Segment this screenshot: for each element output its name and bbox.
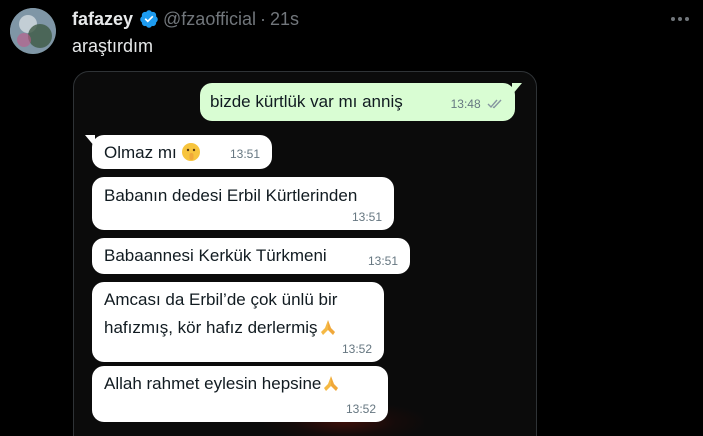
- bubble-tail-icon: [512, 83, 522, 95]
- chat-message-incoming: Amcası da Erbil’de çok ünlü bir hafızmış…: [92, 282, 384, 362]
- verified-badge-icon: [139, 9, 159, 29]
- message-time: 13:51: [351, 210, 382, 224]
- tweet-card: fafazey @fzaofficial · 21s araştırdım bi…: [0, 0, 703, 436]
- message-time: 13:51: [367, 254, 398, 268]
- chat-message-outgoing: bizde kürtlük var mı anniş 13:48: [200, 83, 522, 121]
- display-name[interactable]: fafazey: [72, 9, 133, 30]
- message-time: 13:51: [229, 147, 260, 161]
- chat-message-incoming: Babaannesi Kerkük Türkmeni 13:51: [92, 238, 410, 274]
- message-text: Allah rahmet eylesin hepsine: [104, 374, 322, 393]
- handle[interactable]: @fzaofficial: [163, 9, 256, 30]
- chat-message-incoming: Olmaz mı 13:51: [85, 135, 272, 169]
- more-options-icon[interactable]: [669, 8, 691, 30]
- chat-message-incoming: Allah rahmet eylesin hepsine 13:52: [92, 366, 388, 422]
- message-time-label: 13:48: [450, 97, 481, 111]
- tweet-timestamp[interactable]: 21s: [270, 9, 299, 30]
- message-text: Babaannesi Kerkük Türkmeni: [104, 246, 327, 265]
- message-text: Babanın dedesi Erbil Kürtlerinden: [104, 186, 358, 205]
- separator-dot: ·: [260, 8, 267, 29]
- shushing-face-icon: [182, 143, 201, 161]
- chat-message-incoming: Babanın dedesi Erbil Kürtlerinden 13:51: [92, 177, 394, 230]
- folded-hands-icon: [324, 376, 339, 391]
- message-text-line-1: Amcası da Erbil’de çok ünlü bir: [104, 290, 338, 309]
- bubble-tail-icon: [85, 135, 95, 147]
- tweet-media-image[interactable]: bizde kürtlük var mı anniş 13:48 Olmaz m…: [73, 71, 537, 436]
- message-text: Olmaz mı: [104, 143, 177, 162]
- double-check-icon: [487, 99, 502, 109]
- tweet-text: araştırdım: [72, 36, 154, 56]
- message-time: 13:52: [341, 342, 372, 356]
- message-text-line-2: hafızmış, kör hafız derlermiş: [104, 318, 318, 337]
- folded-hands-icon: [320, 320, 335, 335]
- message-time: 13:48: [451, 97, 503, 111]
- tweet-header: fafazey @fzaofficial · 21s: [72, 8, 299, 30]
- message-time: 13:52: [345, 402, 376, 416]
- avatar[interactable]: [10, 8, 56, 54]
- message-text: bizde kürtlük var mı anniş: [210, 92, 403, 111]
